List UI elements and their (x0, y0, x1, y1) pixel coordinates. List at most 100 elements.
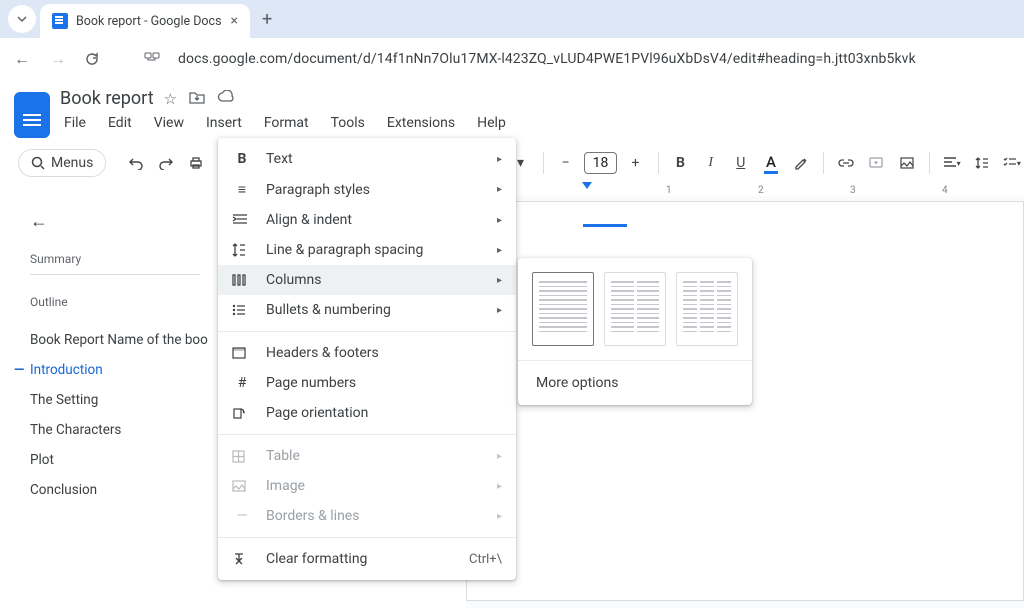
active-tab[interactable]: Book report - Google Docs × (40, 4, 250, 38)
submenu-arrow-icon: ▸ (497, 451, 502, 462)
ruler-mark: 3 (850, 185, 856, 196)
tab-title: Book report - Google Docs (76, 14, 223, 29)
underline-button[interactable]: U (729, 150, 753, 176)
outline-item-introduction[interactable]: Introduction (30, 355, 215, 385)
undo-button[interactable] (124, 150, 148, 176)
header-footer-icon (232, 347, 252, 359)
format-clear-formatting[interactable]: Clear formattingCtrl+\ (218, 544, 516, 574)
align-button[interactable]: ▾ (940, 150, 964, 176)
collapse-outline-button[interactable]: ← (30, 211, 215, 232)
divider (30, 274, 200, 275)
ruler-mark: 2 (758, 185, 764, 196)
submenu-arrow-icon: ▸ (497, 305, 502, 316)
search-menus[interactable]: Menus (18, 149, 106, 177)
menu-file[interactable]: File (60, 113, 90, 133)
checklist-button[interactable]: ▾ (1000, 150, 1024, 176)
format-line-spacing[interactable]: Line & paragraph spacing▸ (218, 235, 516, 265)
search-label: Menus (51, 155, 93, 171)
new-tab-button[interactable]: + (262, 9, 272, 30)
image-button[interactable] (894, 150, 918, 176)
format-bullets-numbering[interactable]: Bullets & numbering▸ (218, 295, 516, 325)
format-paragraph-styles[interactable]: ≡Paragraph styles▸ (218, 174, 516, 205)
redo-button[interactable] (154, 150, 178, 176)
columns-option-2[interactable] (604, 272, 666, 346)
menu-tools[interactable]: Tools (327, 113, 369, 133)
menu-help[interactable]: Help (473, 113, 510, 133)
shortcut-label: Ctrl+\ (469, 552, 502, 567)
page-number-icon: # (232, 375, 252, 391)
format-image: Image▸ (218, 471, 516, 501)
format-columns[interactable]: Columns▸ (218, 265, 516, 295)
docs-logo[interactable] (14, 92, 50, 138)
outline-item-setting[interactable]: The Setting (30, 385, 215, 415)
menu-view[interactable]: View (150, 113, 188, 133)
format-headers-footers[interactable]: Headers & footers (218, 338, 516, 368)
outline-item-conclusion[interactable]: Conclusion (30, 475, 215, 505)
italic-button[interactable]: I (699, 150, 723, 176)
url-text[interactable]: docs.google.com/document/d/14f1nNn7Olu17… (178, 51, 916, 67)
menu-edit[interactable]: Edit (104, 113, 136, 133)
tab-search-button[interactable] (8, 5, 36, 33)
format-table: Table▸ (218, 441, 516, 471)
submenu-arrow-icon: ▸ (497, 275, 502, 286)
format-align-indent[interactable]: Align & indent▸ (218, 205, 516, 235)
url-bar: ← → docs.google.com/document/d/14f1nNn7O… (0, 38, 1024, 80)
submenu-arrow-icon: ▸ (497, 184, 502, 195)
outline-panel: ← Summary Outline Book Report Name of th… (0, 195, 215, 505)
clear-format-icon (232, 552, 252, 566)
menu-bar: File Edit View Insert Format Tools Exten… (60, 113, 510, 133)
indent-marker[interactable] (582, 182, 592, 189)
docs-favicon (52, 13, 68, 29)
comment-button[interactable] (864, 150, 888, 176)
back-button[interactable]: ← (12, 49, 32, 69)
increase-font-button[interactable]: + (623, 150, 647, 176)
cloud-status-icon[interactable] (217, 90, 235, 108)
table-icon (232, 450, 252, 463)
menu-format[interactable]: Format (260, 113, 313, 133)
decrease-font-button[interactable]: − (553, 150, 577, 176)
reload-button[interactable] (84, 51, 104, 67)
toolbar: Menus ▾ − 18 + B I U A ▾ ▾ (18, 144, 1024, 182)
link-button[interactable] (834, 150, 858, 176)
line-spacing-icon (232, 243, 252, 257)
paragraph-icon: ≡ (232, 181, 252, 198)
line-spacing-button[interactable] (970, 150, 994, 176)
format-text[interactable]: BText▸ (218, 144, 516, 174)
submenu-arrow-icon: ▸ (497, 481, 502, 492)
document-title[interactable]: Book report (60, 88, 154, 109)
format-dropdown-menu: BText▸ ≡Paragraph styles▸ Align & indent… (218, 138, 516, 580)
menu-insert[interactable]: Insert (202, 113, 246, 133)
print-button[interactable] (184, 150, 208, 176)
highlight-button[interactable] (789, 150, 813, 176)
search-icon (31, 156, 45, 170)
font-size-input[interactable]: 18 (584, 152, 618, 174)
submenu-arrow-icon: ▸ (497, 511, 502, 522)
list-icon (232, 304, 252, 316)
browser-tab-strip: Book report - Google Docs × + (0, 0, 1024, 38)
close-tab-icon[interactable]: × (231, 13, 238, 29)
site-info-icon[interactable] (144, 52, 162, 66)
format-page-orientation[interactable]: Page orientation (218, 398, 516, 428)
bold-button[interactable]: B (668, 150, 692, 176)
outline-item-plot[interactable]: Plot (30, 445, 215, 475)
columns-more-options[interactable]: More options (518, 360, 752, 405)
format-page-numbers[interactable]: #Page numbers (218, 368, 516, 398)
submenu-arrow-icon: ▸ (497, 215, 502, 226)
format-borders-lines: —Borders & lines▸ (218, 501, 516, 531)
image-icon (232, 480, 252, 492)
forward-button[interactable]: → (48, 49, 68, 69)
docs-header: Book report ☆ File Edit View Insert Form… (0, 80, 1024, 138)
columns-option-3[interactable] (676, 272, 738, 346)
heading-underline (583, 224, 627, 227)
menu-extensions[interactable]: Extensions (383, 113, 459, 133)
outline-item-title[interactable]: Book Report Name of the boo (30, 325, 215, 355)
ruler-mark: 1 (666, 185, 672, 196)
star-icon[interactable]: ☆ (164, 90, 177, 108)
columns-option-1[interactable] (532, 272, 594, 346)
move-icon[interactable] (189, 90, 205, 108)
columns-icon (232, 274, 252, 286)
text-color-button[interactable]: A (759, 150, 783, 176)
outline-item-characters[interactable]: The Characters (30, 415, 215, 445)
ruler-mark: 4 (942, 185, 948, 196)
submenu-arrow-icon: ▸ (497, 154, 502, 165)
